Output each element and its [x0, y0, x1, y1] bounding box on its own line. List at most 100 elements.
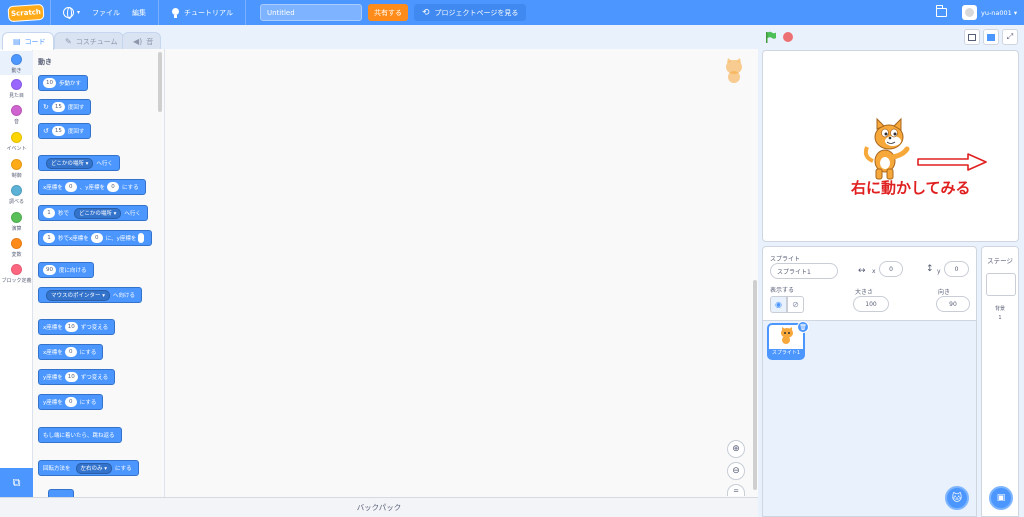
delete-sprite-icon[interactable]: 🗑 — [797, 321, 809, 333]
choose-sprite-button[interactable]: 🐱 — [945, 486, 969, 510]
seconds-input[interactable]: 1 — [43, 208, 55, 218]
hide-sprite-button[interactable]: ⊘ — [787, 296, 804, 313]
size-input[interactable]: 100 — [853, 296, 889, 312]
fullscreen-button[interactable]: ⤢ — [1002, 29, 1018, 45]
menu-divider — [158, 0, 160, 25]
category-sensing[interactable]: 調べる — [0, 185, 33, 205]
green-flag-icon[interactable] — [765, 31, 777, 43]
sprite-name-input[interactable]: スプライト1 — [770, 263, 838, 279]
backpack-bar[interactable]: バックパック — [0, 497, 758, 517]
category-motion[interactable]: 動き — [0, 51, 33, 75]
y-input[interactable]: 0 — [64, 397, 77, 407]
cat-sprite[interactable] — [863, 117, 919, 181]
large-stage-button[interactable] — [983, 29, 999, 45]
category-events[interactable]: イベント — [0, 132, 33, 152]
block-text: 秒で — [58, 211, 70, 217]
block-point-towards[interactable]: マウスのポインター ▾ へ向ける — [38, 287, 143, 303]
y-input[interactable]: 0 — [107, 182, 120, 192]
category-looks[interactable]: 見た目 — [0, 79, 33, 99]
category-menu: 動き 見た目 音 イベント 制御 調べる 演算 変数 ブロック定義 — [0, 49, 33, 468]
zoom-out-button[interactable]: ⊖ — [727, 462, 745, 480]
x-input[interactable]: 0 — [64, 347, 77, 357]
seconds-input[interactable]: 1 — [43, 233, 55, 243]
control-dot-icon — [11, 159, 22, 170]
zoom-reset-button[interactable]: = — [727, 484, 745, 496]
zoom-in-button[interactable]: ⊕ — [727, 440, 745, 458]
category-control[interactable]: 制御 — [0, 159, 33, 179]
y-input-partial[interactable] — [138, 233, 145, 243]
show-sprite-button[interactable]: ◉ — [770, 296, 787, 313]
code-icon: ▤ — [13, 37, 21, 46]
direction-input[interactable]: 90 — [43, 265, 56, 275]
block-text: ずつ変える — [80, 325, 109, 331]
language-menu[interactable]: ▾ — [57, 0, 86, 25]
palette-scrollbar[interactable] — [158, 52, 162, 112]
account-menu[interactable]: yu-na001 ▾ — [981, 9, 1017, 17]
target-dropdown[interactable]: どこかの場所 ▾ — [74, 207, 122, 219]
avatar[interactable] — [962, 5, 977, 20]
dropdown-value: マウスのポインター — [51, 292, 101, 299]
category-sound[interactable]: 音 — [0, 105, 33, 125]
category-my-blocks[interactable]: ブロック定義 — [0, 264, 33, 284]
block-text: 度に向ける — [59, 268, 87, 274]
sound-dot-icon — [11, 105, 22, 116]
fullscreen-icon: ⤢ — [1006, 32, 1014, 41]
block-set-x[interactable]: x座標を 0 にする — [38, 344, 104, 360]
share-button[interactable]: 共有する — [367, 4, 408, 21]
choose-backdrop-button[interactable]: ▣ — [989, 486, 1013, 510]
block-turn-left[interactable]: ↺ 15 度回す — [38, 123, 92, 139]
target-dropdown[interactable]: どこかの場所 ▾ — [46, 157, 94, 169]
category-operators[interactable]: 演算 — [0, 212, 33, 232]
category-variables[interactable]: 変数 — [0, 238, 33, 258]
x-input[interactable]: 0 — [64, 182, 77, 192]
block-bounce[interactable]: もし端に着いたら、跳ね返る — [38, 427, 122, 443]
block-glide-to-xy[interactable]: 1 秒でx座標を 0 に、y座標を — [38, 230, 153, 246]
direction-input[interactable]: 90 — [936, 296, 970, 312]
x-position-input[interactable]: 0 — [879, 261, 903, 277]
x-change-input[interactable]: 10 — [64, 322, 78, 332]
y-change-input[interactable]: 10 — [64, 372, 78, 382]
rotation-dropdown[interactable]: 左右のみ ▾ — [75, 462, 113, 474]
target-dropdown[interactable]: マウスのポインター ▾ — [46, 289, 111, 301]
block-move-steps[interactable]: 10 歩動かす — [38, 75, 89, 91]
block-partial[interactable] — [48, 489, 74, 497]
block-set-y[interactable]: y座標を 0 にする — [38, 394, 104, 410]
degrees-input[interactable]: 15 — [51, 102, 65, 112]
tab-code[interactable]: ▤ コード — [2, 32, 54, 50]
see-project-page-button[interactable]: ⟲ プロジェクトページを見る — [413, 4, 527, 21]
block-point-direction[interactable]: 90 度に向ける — [38, 262, 94, 278]
stop-button[interactable] — [783, 32, 793, 42]
script-area-scrollbar[interactable] — [753, 280, 757, 490]
menu-bar: Scratch ▾ ファイル 編集 チュートリアル 共有する ⟲ プロジェクトペ… — [0, 0, 1024, 25]
script-area[interactable] — [165, 49, 758, 497]
my-stuff-folder-icon[interactable] — [936, 5, 947, 17]
eye-icon: ◉ — [775, 300, 782, 309]
add-extension-button[interactable]: ⧉ — [0, 468, 33, 497]
steps-input[interactable]: 10 — [43, 78, 56, 88]
small-stage-button[interactable] — [964, 29, 980, 45]
tab-sounds[interactable]: ◀) 音 — [122, 32, 161, 50]
block-go-to-xy[interactable]: x座標を 0 、y座標を 0 にする — [38, 179, 146, 195]
scratch-logo[interactable]: Scratch — [7, 3, 45, 22]
degrees-input[interactable]: 15 — [51, 126, 65, 136]
block-go-to[interactable]: どこかの場所 ▾ へ行く — [38, 155, 120, 171]
block-turn-right[interactable]: ↻ 15 度回す — [38, 99, 92, 115]
category-label: 演算 — [11, 226, 22, 232]
brush-icon: ✎ — [65, 37, 72, 46]
tab-code-label: コード — [24, 37, 46, 46]
file-menu[interactable]: ファイル — [86, 0, 126, 25]
x-input[interactable]: 0 — [90, 233, 103, 243]
edit-menu[interactable]: 編集 — [126, 0, 152, 25]
y-position-input[interactable]: 0 — [944, 261, 969, 277]
project-title-input[interactable] — [259, 4, 362, 21]
stage-canvas[interactable]: 右に動かしてみる — [762, 50, 1019, 242]
tab-costumes[interactable]: ✎ コスチューム — [54, 32, 124, 50]
block-glide-to[interactable]: 1 秒で どこかの場所 ▾ へ行く — [38, 205, 148, 221]
block-change-y[interactable]: y座標を 10 ずつ変える — [38, 369, 116, 385]
block-rotation-style[interactable]: 回転方法を 左右のみ ▾ にする — [38, 460, 139, 476]
dropdown-value: どこかの場所 — [79, 210, 112, 217]
stage-thumbnail[interactable] — [986, 273, 1016, 296]
block-change-x[interactable]: x座標を 10 ずつ変える — [38, 319, 116, 335]
tutorials-button[interactable]: チュートリアル — [165, 0, 239, 25]
stage-selector[interactable]: ステージ 背景 1 — [981, 246, 1019, 517]
